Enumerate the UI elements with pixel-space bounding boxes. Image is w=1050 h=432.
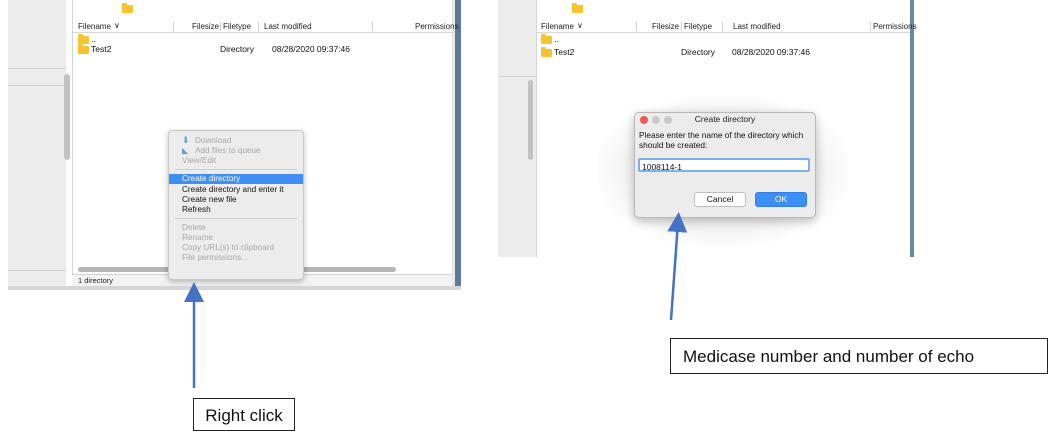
arrow-to-dialog-input [667,212,688,321]
medicase-callout: Medicase number and number of echo [670,338,1048,374]
right-click-callout: Right click [193,398,295,431]
